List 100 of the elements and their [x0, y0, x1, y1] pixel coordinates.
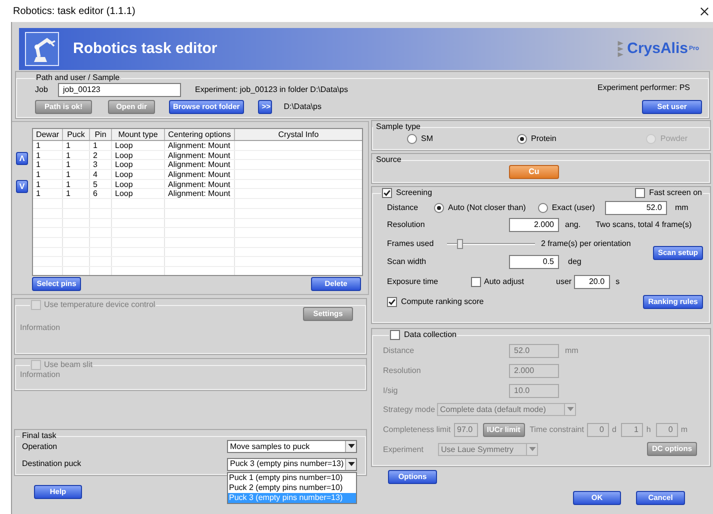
- app-logo: CrysAlis$^{Pro}$: [627, 38, 699, 59]
- info-label: Information: [20, 322, 62, 334]
- operation-dropdown[interactable]: Move samples to puck: [227, 440, 357, 453]
- table-cell: Alignment: Mount: [165, 141, 235, 150]
- frames-slider[interactable]: [447, 239, 535, 249]
- table-cell: 1: [63, 170, 90, 179]
- time-field[interactable]: 0: [586, 422, 609, 436]
- logo-mark-icon: [617, 38, 626, 60]
- table-cell: Loop: [112, 150, 165, 160]
- radio-button[interactable]: [538, 203, 548, 213]
- column-header[interactable]: Dewar: [33, 129, 63, 140]
- checkbox-label: Data collection: [404, 329, 456, 341]
- distance-field[interactable]: 52.0: [604, 201, 667, 215]
- unit-label: h: [646, 424, 651, 436]
- scan-width-field[interactable]: 0.5: [509, 255, 559, 269]
- dropdown-option[interactable]: Puck 3 (empty pins number=13): [228, 492, 356, 502]
- table-cell: Loop: [112, 180, 165, 188]
- exposure-field[interactable]: 20.0: [574, 275, 610, 289]
- checkbox-label: Compute ranking score: [401, 296, 484, 308]
- table-cell: Alignment: Mount: [165, 189, 235, 198]
- table-cell: 1: [33, 141, 63, 150]
- column-header[interactable]: Mount type: [112, 129, 165, 140]
- close-icon[interactable]: [700, 6, 709, 16]
- column-header[interactable]: Centering options: [165, 129, 235, 140]
- field-label: Job: [35, 84, 49, 96]
- distance-field[interactable]: 52.0: [509, 344, 559, 358]
- checkbox-label: Use temperature device control: [44, 299, 156, 311]
- slider-thumb[interactable]: [457, 239, 464, 249]
- checkbox[interactable]: [471, 277, 481, 287]
- resolution-field[interactable]: 2.000: [509, 218, 559, 232]
- field-label: Distance: [383, 344, 416, 356]
- destination-dropdown[interactable]: Puck 3 (empty pins number=13): [227, 458, 357, 470]
- field-label: Time constraint: [530, 424, 584, 436]
- table-cell: Alignment: Mount: [165, 180, 235, 188]
- checkbox[interactable]: [635, 188, 646, 198]
- note-label: Two scans, total 4 frame(s): [596, 219, 692, 231]
- unit-label: ang.: [565, 219, 581, 231]
- table-cell: 1: [33, 160, 63, 170]
- caret-icon: [348, 444, 354, 449]
- field-label: Resolution: [387, 219, 426, 231]
- unit-label: s: [616, 276, 620, 288]
- checkbox-label: Screening: [396, 187, 432, 199]
- table-cell: 1: [90, 141, 112, 150]
- experiment-dropdown[interactable]: Use Laue Symmetry: [438, 443, 538, 456]
- radio-label: SM: [421, 133, 433, 145]
- radio-button[interactable]: [517, 134, 527, 144]
- strategy-dropdown[interactable]: Complete data (default mode): [437, 403, 576, 416]
- unit-label: d: [612, 424, 616, 436]
- table-cell: Loop: [112, 141, 165, 150]
- field-label: Resolution: [383, 364, 422, 376]
- table-cell: 1: [63, 180, 90, 188]
- field-label: Scan width: [387, 256, 428, 268]
- table-cell: 4: [90, 170, 112, 179]
- table-cell: Alignment: Mount: [165, 170, 235, 179]
- group-label: Sample type: [376, 122, 420, 131]
- field-label: Strategy mode: [383, 404, 436, 416]
- column-header[interactable]: Crystal Info: [235, 129, 362, 140]
- table-cell: 2: [90, 150, 112, 160]
- caret-icon: [566, 407, 574, 412]
- table-cell: Loop: [112, 160, 165, 170]
- completeness-field[interactable]: 97.0: [454, 422, 478, 436]
- field-label: Distance: [387, 202, 420, 214]
- table-cell: 6: [90, 189, 112, 198]
- table-cell: 1: [33, 189, 63, 198]
- performer-label: Experiment performer: PS: [598, 82, 690, 94]
- caret-icon: [348, 462, 354, 466]
- field-label: I/sig: [383, 384, 399, 396]
- checkbox[interactable]: [390, 330, 400, 340]
- checkbox-label: Auto adjust: [484, 276, 526, 288]
- table-cell: 1: [63, 160, 90, 170]
- source-button[interactable]: Cu: [509, 165, 559, 179]
- table-cell: Alignment: Mount: [165, 150, 235, 160]
- field-label: Experiment: [383, 444, 424, 456]
- checkbox[interactable]: [387, 297, 397, 307]
- resolution-field[interactable]: 2.000: [509, 364, 559, 378]
- unit-label: mm: [565, 344, 578, 356]
- frames-reading: 2 frame(s) per orientation: [541, 238, 631, 250]
- move-button[interactable]: Λ: [16, 152, 28, 165]
- radio-button[interactable]: [407, 134, 417, 144]
- caret-icon: [528, 447, 536, 452]
- table-cell: Loop: [112, 189, 165, 198]
- move-button[interactable]: V: [16, 180, 28, 193]
- window-title: Robotics: task editor (1.1.1): [13, 4, 136, 18]
- isig-field[interactable]: 10.0: [509, 384, 559, 398]
- time-field[interactable]: 0: [656, 422, 678, 436]
- checkbox[interactable]: [382, 188, 392, 198]
- radio-button[interactable]: [434, 203, 444, 213]
- column-header[interactable]: Pin: [90, 129, 112, 140]
- unit-label: mm: [674, 202, 688, 214]
- experiment-info: Experiment: job_00123 in folder D:\Data\ps: [195, 84, 348, 96]
- table-cell: 1: [33, 170, 63, 179]
- unit-label: deg: [568, 256, 582, 268]
- job-field[interactable]: job_00123: [58, 82, 181, 96]
- time-field[interactable]: 1: [621, 422, 644, 436]
- table-cell: 1: [33, 150, 63, 160]
- checkbox-label: Fast screen on: [649, 187, 702, 199]
- field-label: user: [556, 276, 572, 288]
- radio-label: Protein: [531, 133, 556, 145]
- group-label: Path and user / Sample: [35, 73, 121, 82]
- column-header[interactable]: Puck: [63, 129, 90, 140]
